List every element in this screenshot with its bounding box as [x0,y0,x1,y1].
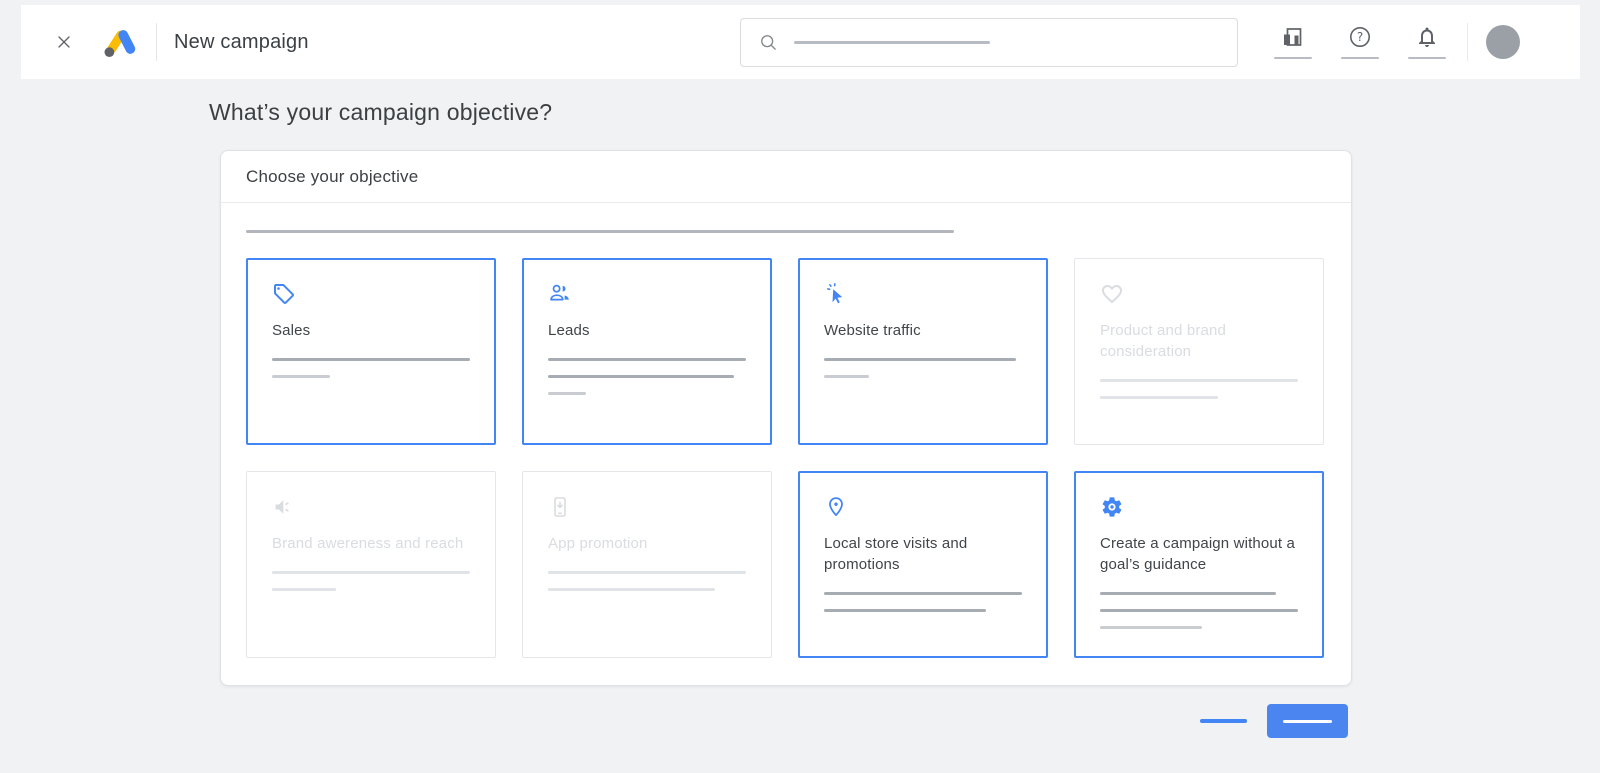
footer-actions [220,686,1348,756]
objective-card-label: App promotion [548,533,746,554]
objective-card-leads[interactable]: Leads [522,258,772,445]
objective-card-brand-awareness: Brand awereness and reach [246,471,496,658]
objective-card-grid: Sales Leads [246,258,1351,658]
objective-card-label: Create a campaign without a goal’s guida… [1100,533,1298,575]
app-header: New campaign ? [21,5,1580,79]
notifications-icon[interactable] [1407,25,1447,60]
tag-icon [272,282,296,306]
cursor-click-icon [824,282,848,306]
campaign-objective-heading: What’s your campaign objective? [209,99,552,126]
search-placeholder-line [794,41,990,44]
objective-card-sales[interactable]: Sales [246,258,496,445]
search-input[interactable] [740,18,1238,67]
panel-subtitle-placeholder [246,230,954,233]
app-install-icon [548,495,572,519]
location-pin-icon [824,495,848,519]
panel-title: Choose your objective [221,151,1351,203]
cancel-text-button[interactable] [1190,705,1257,737]
continue-button[interactable] [1267,704,1348,738]
objective-card-label: Sales [272,320,470,341]
placeholder-lines [1100,379,1298,399]
heart-icon [1100,282,1124,306]
google-ads-logo-icon [102,25,140,59]
reports-icon[interactable] [1273,25,1313,60]
page-title: New campaign [174,31,309,54]
text-button-placeholder-line [1200,719,1247,723]
placeholder-lines [1100,592,1298,629]
toolbar-divider [1467,23,1468,61]
placeholder-lines [824,358,1022,378]
placeholder-lines [272,571,470,591]
placeholder-lines [548,571,746,591]
objective-card-product-brand-consideration: Product and brand consideration [1074,258,1324,445]
people-icon [548,282,572,306]
placeholder-lines [548,358,746,395]
user-avatar[interactable] [1486,25,1520,59]
header-left: New campaign [21,23,309,61]
objective-card-label: Local store visits and promotions [824,533,1022,575]
icon-label-placeholder [1341,57,1379,60]
header-toolbar: ? [1273,5,1520,79]
placeholder-lines [272,358,470,378]
close-icon[interactable] [51,29,77,55]
objective-card-label: Website traffic [824,320,1022,341]
primary-button-placeholder-line [1283,720,1332,723]
header-divider [156,23,157,61]
svg-text:?: ? [1357,30,1363,44]
objective-card-label: Leads [548,320,746,341]
objective-card-local-store-visits[interactable]: Local store visits and promotions [798,471,1048,658]
objective-card-label: Brand awereness and reach [272,533,470,554]
objective-card-label: Product and brand consideration [1100,320,1298,362]
google-ads-new-campaign-screen: New campaign ? [0,0,1600,773]
megaphone-icon [272,495,296,519]
placeholder-lines [824,592,1022,612]
objective-card-website-traffic[interactable]: Website traffic [798,258,1048,445]
search-icon [758,32,779,53]
gear-icon [1100,495,1124,519]
choose-objective-panel: Choose your objective Sales [220,150,1352,686]
help-icon[interactable]: ? [1340,25,1380,60]
objective-card-app-promotion: App promotion [522,471,772,658]
icon-label-placeholder [1408,57,1446,60]
objective-card-no-goal-guidance[interactable]: Create a campaign without a goal’s guida… [1074,471,1324,658]
icon-label-placeholder [1274,57,1312,60]
